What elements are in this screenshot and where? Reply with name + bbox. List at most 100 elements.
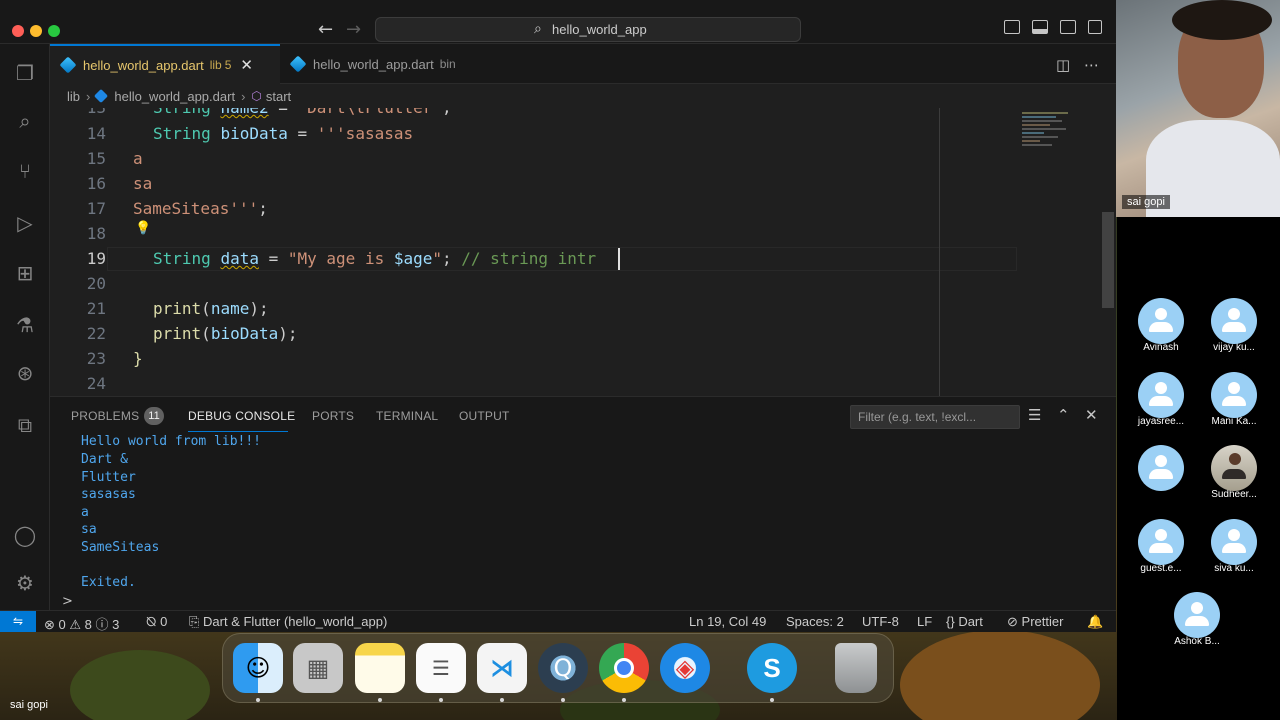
explorer-icon[interactable]: ❐ bbox=[12, 60, 38, 86]
tab-label: hello_world_app.dart bbox=[83, 57, 204, 73]
status-eol[interactable]: LF bbox=[917, 614, 932, 629]
back-arrow-icon[interactable]: ← bbox=[318, 19, 333, 40]
code-token: $age bbox=[393, 249, 433, 268]
notes-icon[interactable] bbox=[355, 643, 405, 693]
run-debug-icon[interactable]: ▷ bbox=[12, 210, 38, 236]
warning-icon: ⚠ bbox=[69, 617, 82, 632]
info-count: 3 bbox=[112, 617, 120, 632]
tab-debug-console[interactable]: DEBUG CONSOLE bbox=[188, 409, 295, 423]
minimap[interactable] bbox=[1020, 108, 1102, 396]
lightbulb-icon[interactable]: 💡 bbox=[135, 221, 151, 236]
forward-arrow-icon[interactable]: → bbox=[346, 19, 361, 40]
code-token: ); bbox=[249, 299, 269, 318]
trash-icon[interactable] bbox=[835, 643, 877, 693]
toggle-secondary-sidebar-icon[interactable] bbox=[1060, 20, 1076, 34]
breadcrumb-file[interactable]: hello_world_app.dart bbox=[114, 89, 235, 104]
chevron-right-icon: › bbox=[241, 88, 246, 104]
code-token: = bbox=[287, 124, 317, 143]
status-problems[interactable]: ⊗ 0 ⚠ 8 ⓘ 3 bbox=[44, 614, 119, 632]
notifications-bell-icon[interactable]: 🔔 bbox=[1087, 614, 1103, 630]
split-editor-icon[interactable]: ◫ bbox=[1056, 56, 1070, 74]
line-number: 22 bbox=[86, 324, 106, 343]
code-token: '''sasasas bbox=[316, 124, 414, 143]
customize-layout-icon[interactable] bbox=[1088, 20, 1102, 34]
vscode-window: ← → ⌕ hello_world_app ❐ ⌕ ⑂ ▷ ⊞ ⚗ ⊛ ⧉ ◯ … bbox=[0, 0, 1116, 632]
status-device[interactable]: ⎘ Dart & Flutter (hello_world_app) bbox=[189, 614, 387, 630]
participant-tile[interactable]: siva ku... bbox=[1203, 519, 1265, 574]
code-editor[interactable]: 13 14 15 16 17 18 19 20 21 22 23 24 Stri… bbox=[50, 108, 1116, 396]
activity-bar: ❐ ⌕ ⑂ ▷ ⊞ ⚗ ⊛ ⧉ ◯ ⚙ bbox=[0, 44, 50, 610]
participant-tile[interactable]: Ashok B... bbox=[1166, 592, 1228, 647]
more-actions-icon[interactable]: ⋯ bbox=[1084, 56, 1099, 74]
code-token: String bbox=[153, 124, 211, 143]
breadcrumb-symbol[interactable]: start bbox=[266, 89, 291, 104]
tab-hello-world-lib[interactable]: hello_world_app.dart lib 5 ✕ bbox=[50, 44, 280, 84]
minimize-window-button[interactable] bbox=[30, 25, 42, 37]
status-encoding[interactable]: UTF-8 bbox=[862, 614, 899, 629]
self-name-label: sai gopi bbox=[10, 699, 48, 711]
participant-tile[interactable]: jayasree... bbox=[1130, 372, 1192, 427]
extensions-icon[interactable]: ⊞ bbox=[12, 260, 38, 286]
status-indentation[interactable]: Spaces: 2 bbox=[786, 614, 844, 629]
code-line-19: String data = "My age is $age"; // strin… bbox=[153, 249, 596, 268]
code-token: } bbox=[133, 349, 143, 368]
close-window-button[interactable] bbox=[12, 25, 24, 37]
editor-scrollbar[interactable] bbox=[1102, 212, 1114, 308]
command-center-label: hello_world_app bbox=[552, 22, 647, 37]
manage-gear-icon[interactable]: ⚙ bbox=[12, 570, 38, 596]
speaker-video bbox=[1116, 0, 1280, 217]
running-indicator bbox=[500, 698, 504, 702]
participant-tile[interactable]: Mani Ka... bbox=[1203, 372, 1265, 427]
console-line: Dart & bbox=[81, 452, 128, 467]
maximize-panel-icon[interactable]: ⌃ bbox=[1057, 406, 1070, 424]
editor-ruler bbox=[939, 108, 940, 396]
bottom-panel: PROBLEMS 11 DEBUG CONSOLE PORTS TERMINAL… bbox=[50, 396, 1116, 610]
launchpad-icon[interactable]: ▦ bbox=[293, 643, 343, 693]
code-token: " bbox=[432, 249, 443, 268]
search-view-icon[interactable]: ⌕ bbox=[12, 108, 38, 134]
status-formatter[interactable]: ⊘ Prettier bbox=[1007, 614, 1063, 630]
reminders-icon[interactable]: ☰ bbox=[416, 643, 466, 693]
participant-tile[interactable]: Sudheer... bbox=[1203, 445, 1265, 500]
running-indicator bbox=[439, 698, 443, 702]
toggle-panel-icon[interactable] bbox=[1032, 20, 1048, 34]
tab-problems[interactable]: PROBLEMS bbox=[71, 409, 139, 423]
remote-indicator-icon[interactable]: ⇋ bbox=[0, 611, 36, 632]
clear-console-icon[interactable]: ☰ bbox=[1028, 406, 1041, 424]
participant-tile[interactable]: guest.e... bbox=[1130, 519, 1192, 574]
tab-terminal[interactable]: TERMINAL bbox=[376, 409, 438, 423]
status-bar: ⇋ ⊗ 0 ⚠ 8 ⓘ 3 ⦰ 0 ⎘ Dart & Flutter (hell… bbox=[0, 610, 1116, 632]
breadcrumb-folder[interactable]: lib bbox=[67, 89, 80, 104]
tab-hello-world-bin[interactable]: hello_world_app.dart bin bbox=[280, 44, 468, 84]
status-cursor-position[interactable]: Ln 19, Col 49 bbox=[689, 614, 766, 629]
console-filter-input[interactable]: Filter (e.g. text, !excl... bbox=[850, 405, 1020, 429]
command-center-search[interactable]: ⌕ hello_world_app bbox=[375, 17, 801, 42]
participant-tile[interactable]: Avinash bbox=[1130, 298, 1192, 353]
remote-explorer-icon[interactable]: ⧉ bbox=[12, 412, 38, 438]
code-token: sa bbox=[133, 174, 153, 193]
participant-tile[interactable] bbox=[1130, 445, 1192, 491]
console-prompt[interactable]: > bbox=[62, 594, 73, 609]
finder-icon[interactable]: ☺ bbox=[233, 643, 283, 693]
safari-icon[interactable]: ◈ bbox=[660, 643, 710, 693]
status-language[interactable]: {} Dart bbox=[946, 614, 983, 629]
git-graph-icon[interactable]: ⊛ bbox=[12, 360, 38, 386]
source-control-icon[interactable]: ⑂ bbox=[12, 158, 38, 184]
code-token: String bbox=[153, 108, 211, 117]
skype-icon[interactable]: S bbox=[747, 643, 797, 693]
avatar bbox=[1138, 298, 1184, 344]
testing-icon[interactable]: ⚗ bbox=[12, 312, 38, 338]
accounts-icon[interactable]: ◯ bbox=[12, 522, 38, 548]
close-tab-icon[interactable]: ✕ bbox=[240, 56, 253, 74]
toggle-sidebar-icon[interactable] bbox=[1004, 20, 1020, 34]
quicktime-icon[interactable]: Q bbox=[538, 643, 588, 693]
tab-ports[interactable]: PORTS bbox=[312, 409, 354, 423]
chrome-icon[interactable] bbox=[599, 643, 649, 693]
close-panel-icon[interactable]: ✕ bbox=[1085, 406, 1098, 424]
zoom-window-button[interactable] bbox=[48, 25, 60, 37]
vscode-icon[interactable]: ⋊ bbox=[477, 643, 527, 693]
participant-tile[interactable]: vijay ku... bbox=[1203, 298, 1265, 353]
line-number: 24 bbox=[86, 374, 106, 393]
status-ports[interactable]: ⦰ 0 bbox=[146, 614, 167, 630]
tab-output[interactable]: OUTPUT bbox=[459, 409, 510, 423]
